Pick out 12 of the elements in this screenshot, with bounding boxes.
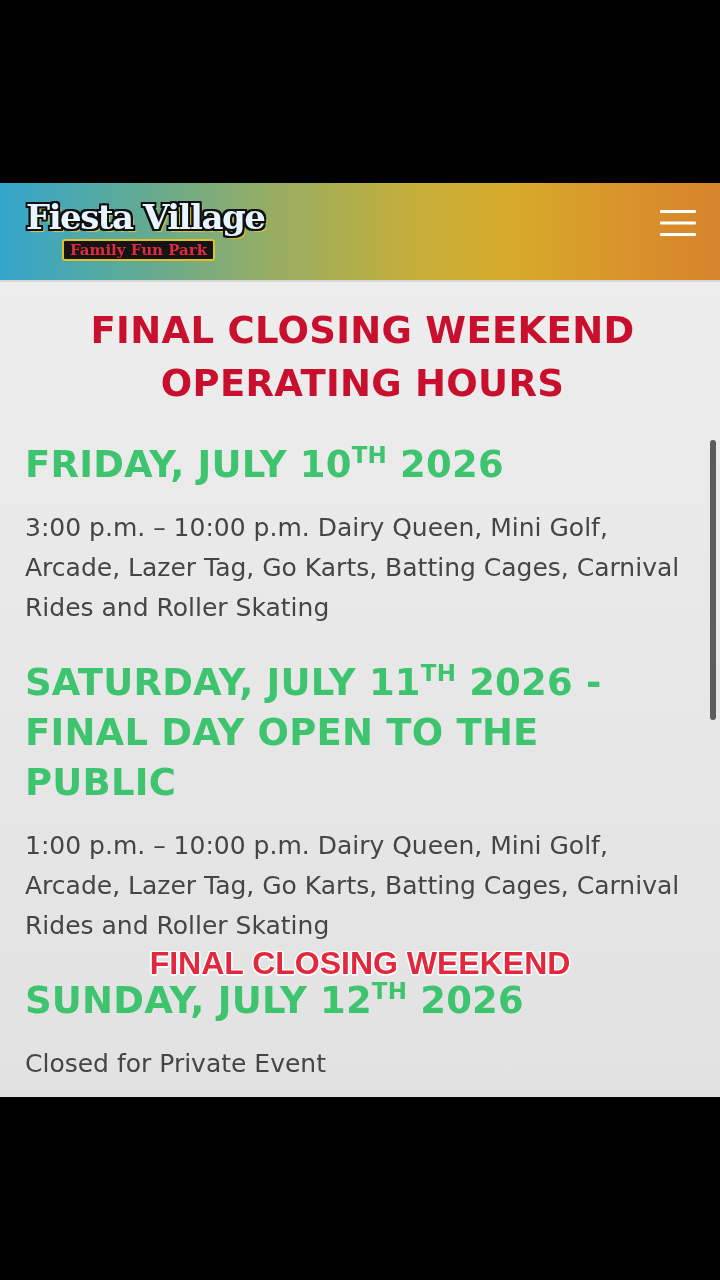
scrollbar-thumb[interactable] (710, 440, 716, 720)
day-heading: SATURDAY, JULY 11$^{TH}$ 2026 - FINAL DAY OPEN TO THE PUBLIC (25, 659, 603, 806)
day-hours-text: Closed for Private Event (25, 1048, 327, 1080)
logo-title[interactable]: Fiesta Village (26, 196, 265, 237)
day-heading: FRIDAY, JULY 10$^{TH}$ 2026 (25, 441, 505, 488)
logo-tagline: Family Fun Park (62, 238, 216, 261)
day-hours-text: 3:00 p.m. – 10:00 p.m. Dairy Queen, Mini Golf, Arcade, Lazer Tag, Go Karts, Batting Cages, Carnival Rides and Roller Skating (25, 512, 681, 624)
page-title: FINAL CLOSING WEEKEND OPERATING HOURS (89, 308, 636, 407)
day-hours-text: 1:00 p.m. – 10:00 p.m. Dairy Queen, Mini Golf, Arcade, Lazer Tag, Go Karts, Batting Cages, Carnival Rides and Roller Skating (25, 830, 681, 942)
video-caption: FINAL CLOSING WEEKEND (149, 948, 571, 978)
menu-icon[interactable] (660, 209, 696, 236)
day-heading: SUNDAY, JULY 12$^{TH}$ 2026 (25, 977, 525, 1024)
